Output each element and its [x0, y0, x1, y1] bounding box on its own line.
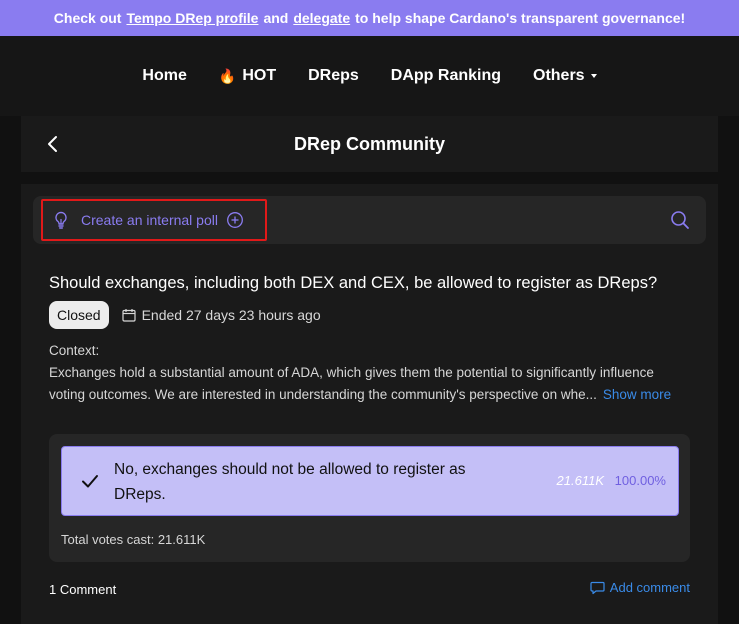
create-poll-button[interactable]: Create an internal poll: [41, 199, 267, 241]
poll-title[interactable]: Should exchanges, including both DEX and…: [49, 274, 699, 293]
poll-results: No, exchanges should not be allowed to r…: [49, 434, 690, 562]
page-header: DRep Community: [21, 116, 718, 172]
poll-option-text: No, exchanges should not be allowed to r…: [114, 461, 466, 503]
nav-others-label: Others: [533, 67, 585, 84]
tempo-drep-profile-link[interactable]: Tempo DRep profile: [126, 10, 258, 26]
nav-home[interactable]: Home: [142, 67, 186, 85]
total-votes: Total votes cast: 21.611K: [61, 532, 206, 547]
banner-suffix: to help shape Cardano's transparent gove…: [355, 10, 686, 26]
fire-icon: 🔥: [218, 67, 237, 84]
nav-dreps-label: DReps: [308, 67, 359, 84]
top-navbar: Home 🔥 HOT DReps DApp Ranking Others: [0, 36, 739, 116]
search-icon[interactable]: [670, 210, 690, 230]
create-poll-label: Create an internal poll: [81, 212, 218, 228]
banner-prefix: Check out: [53, 10, 122, 26]
poll-option-votes: 21.611K: [556, 473, 604, 488]
add-comment-label: Add comment: [609, 580, 690, 595]
add-comment-button[interactable]: Add comment: [590, 580, 690, 595]
delegate-link[interactable]: delegate: [293, 10, 350, 26]
nav-hot[interactable]: 🔥 HOT: [219, 67, 276, 85]
nav-home-label: Home: [142, 67, 187, 84]
poll-toolbar: Create an internal poll: [33, 196, 706, 244]
poll-option[interactable]: No, exchanges should not be allowed to r…: [61, 446, 679, 516]
calendar-icon: [121, 309, 136, 322]
comment-count[interactable]: 1 Comment: [49, 582, 116, 597]
poll-ended-time: Ended 27 days 23 hours ago: [141, 307, 321, 323]
poll-content-card: Create an internal poll Should exchanges…: [21, 184, 718, 624]
status-badge: Closed: [49, 301, 109, 329]
announcement-banner: Check out Tempo DRep profile and delegat…: [0, 0, 739, 36]
nav-dapp-ranking[interactable]: DApp Ranking: [391, 67, 501, 85]
context-label: Context:: [49, 343, 100, 358]
context-text: Exchanges hold a substantial amount of A…: [49, 365, 654, 402]
poll-context: Context: Exchanges hold a substantial am…: [49, 340, 689, 406]
nav-dapp-ranking-label: DApp Ranking: [390, 67, 501, 84]
poll-status-row: Closed Ended 27 days 23 hours ago: [49, 300, 321, 330]
show-more-link[interactable]: Show more: [603, 387, 671, 402]
caret-down-icon: [590, 74, 597, 78]
poll-option-percent: 100.00%: [614, 473, 666, 488]
nav-others[interactable]: Others: [533, 67, 597, 85]
nav-dreps[interactable]: DReps: [308, 67, 359, 85]
plus-circle-icon: [227, 212, 243, 228]
nav-hot-label: HOT: [242, 67, 277, 84]
page-title: DRep Community: [293, 134, 445, 154]
lightbulb-icon: [55, 211, 67, 229]
banner-mid: and: [263, 10, 289, 26]
checkmark-icon: [82, 475, 98, 488]
comment-icon: [590, 581, 605, 595]
